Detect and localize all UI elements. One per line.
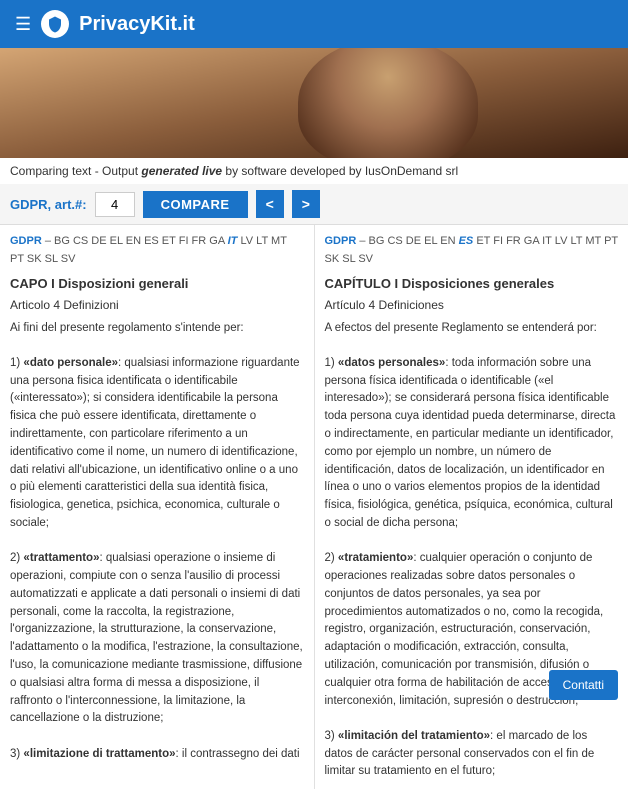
subheader-suffix: by software developed by IusOnDemand srl bbox=[222, 164, 458, 178]
right-item-1-term: «datos personales» bbox=[338, 357, 445, 369]
left-item-3-rest: : il contrassegno dei dati bbox=[176, 748, 300, 760]
right-chapter-title: CAPÍTULO I Disposiciones generales bbox=[325, 274, 619, 294]
left-item-1: 1) «dato personale»: qualsiasi informazi… bbox=[10, 355, 304, 533]
controls-bar: GDPR, art.#: COMPARE < > bbox=[0, 184, 628, 225]
subheader-text: Comparing text - Output generated live b… bbox=[0, 158, 628, 184]
logo-icon bbox=[41, 10, 69, 38]
left-item-1-number: 1) bbox=[10, 357, 23, 369]
right-article-title: Artículo 4 Definiciones bbox=[325, 296, 619, 314]
right-item-1-number: 1) bbox=[325, 357, 338, 369]
prev-button[interactable]: < bbox=[256, 190, 284, 218]
subheader-prefix: Comparing text - Output bbox=[10, 164, 141, 178]
left-item-1-rest: : qualsiasi informazione riguardante una… bbox=[10, 357, 300, 529]
right-item-2-number: 2) bbox=[325, 552, 338, 564]
left-item-1-term: «dato personale» bbox=[23, 357, 118, 369]
subheader-bold: generated live bbox=[141, 164, 222, 178]
left-item-3: 3) «limitazione di trattamento»: il cont… bbox=[10, 746, 304, 764]
menu-icon[interactable]: ☰ bbox=[15, 14, 31, 35]
left-item-3-number: 3) bbox=[10, 748, 23, 760]
left-item-2-number: 2) bbox=[10, 552, 23, 564]
right-item-1-rest: : toda información sobre una persona fís… bbox=[325, 357, 616, 529]
app-title: PrivacyKit.it bbox=[79, 13, 195, 36]
right-langs: BG CS DE EL EN ES ET FI FR GA IT LV LT M… bbox=[325, 235, 618, 265]
right-intro: A efectos del presente Reglamento se ent… bbox=[325, 320, 619, 338]
left-intro: Ai fini del presente regolamento s'inten… bbox=[10, 320, 304, 338]
right-lang-bar: GDPR – BG CS DE EL EN ES ET FI FR GA IT … bbox=[325, 233, 619, 268]
article-number-input[interactable] bbox=[95, 192, 135, 217]
main-content: GDPR – BG CS DE EL EN ES ET FI FR GA IT … bbox=[0, 225, 628, 789]
right-item-2-term: «tratamiento» bbox=[338, 552, 413, 564]
right-column: GDPR – BG CS DE EL EN ES ET FI FR GA IT … bbox=[315, 225, 628, 789]
contact-button[interactable]: Contatti bbox=[549, 670, 618, 700]
right-gdpr-link[interactable]: GDPR bbox=[325, 235, 357, 247]
left-item-2-rest: : qualsiasi operazione o insieme di oper… bbox=[10, 552, 303, 724]
compare-button[interactable]: COMPARE bbox=[143, 191, 248, 218]
left-item-2: 2) «trattamento»: qualsiasi operazione o… bbox=[10, 550, 304, 728]
left-gdpr-link[interactable]: GDPR bbox=[10, 235, 42, 247]
left-chapter-title: CAPO I Disposizioni generali bbox=[10, 274, 304, 294]
next-button[interactable]: > bbox=[292, 190, 320, 218]
right-item-3: 3) «limitación del tratamiento»: el marc… bbox=[325, 728, 619, 781]
left-item-3-term: «limitazione di trattamento» bbox=[23, 748, 175, 760]
hero-image bbox=[0, 48, 628, 158]
right-item-3-term: «limitación del tratamiento» bbox=[338, 730, 490, 742]
left-lang-bar: GDPR – BG CS DE EL EN ES ET FI FR GA IT … bbox=[10, 233, 304, 268]
left-langs: BG CS DE EL EN ES ET FI FR GA IT LV LT M… bbox=[10, 235, 287, 265]
left-item-2-term: «trattamento» bbox=[23, 552, 99, 564]
left-article-title: Articolo 4 Definizioni bbox=[10, 296, 304, 314]
app-header: ☰ PrivacyKit.it bbox=[0, 0, 628, 48]
right-item-3-number: 3) bbox=[325, 730, 338, 742]
left-column: GDPR – BG CS DE EL EN ES ET FI FR GA IT … bbox=[0, 225, 315, 789]
right-item-1: 1) «datos personales»: toda información … bbox=[325, 355, 619, 533]
controls-label: GDPR, art.#: bbox=[10, 197, 87, 212]
